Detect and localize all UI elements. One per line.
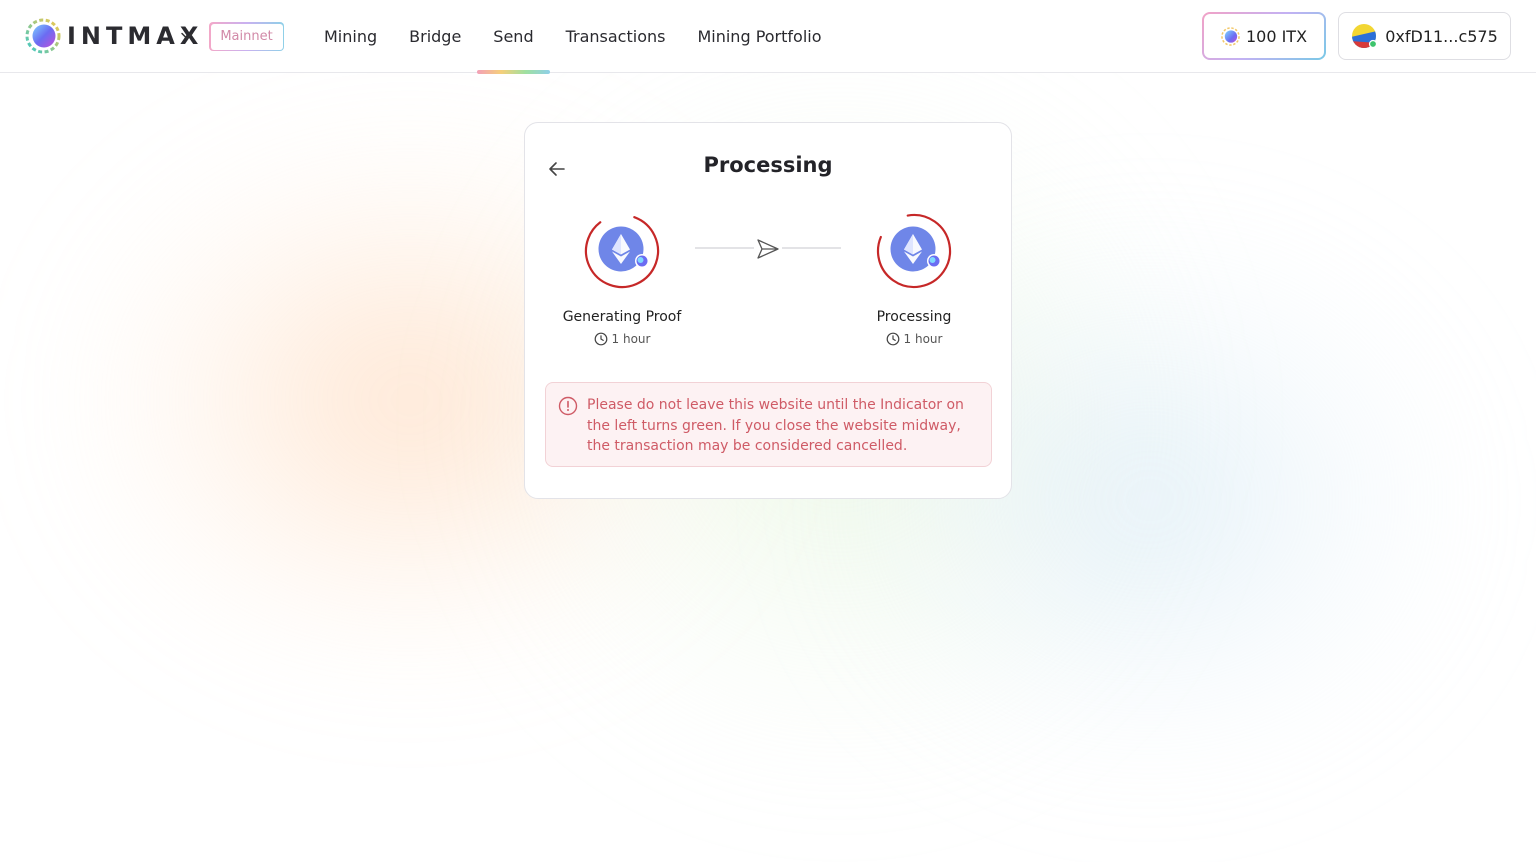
ethereum-icon xyxy=(584,213,660,289)
step-label: Generating Proof xyxy=(562,309,682,325)
clock-icon xyxy=(886,332,899,346)
intmax-logo[interactable]: INTMAX xyxy=(25,18,203,54)
chevron-down-icon[interactable] xyxy=(180,29,194,43)
network-badge-label: Mainnet xyxy=(210,23,283,50)
step-generating-proof: Generating Proof 1 hour xyxy=(532,211,712,346)
nav-item-mining[interactable]: Mining xyxy=(308,0,393,73)
network-badge[interactable]: Mainnet xyxy=(209,22,284,51)
warning-text: Please do not leave this website until t… xyxy=(587,397,964,454)
nav-item-bridge[interactable]: Bridge xyxy=(393,0,477,73)
itx-token-icon xyxy=(1221,26,1240,46)
clock-icon xyxy=(594,332,607,346)
itx-balance-label: 100 ITX xyxy=(1245,26,1308,46)
itx-balance-button[interactable]: 100 ITX xyxy=(1202,12,1326,60)
step-time-value: 1 hour xyxy=(903,332,943,346)
step-time-value: 1 hour xyxy=(611,332,651,346)
top-header: INTMAX Mainnet Mining Bridge Send Transa… xyxy=(0,0,1536,74)
step-time: 1 hour xyxy=(532,332,712,346)
send-icon xyxy=(754,235,782,263)
step-label: Processing xyxy=(876,309,952,325)
step-processing: Processing 1 hour xyxy=(824,211,1004,346)
page-title: Processing xyxy=(703,153,833,177)
nav-item-mining-portfolio[interactable]: Mining Portfolio xyxy=(681,0,837,73)
step-time: 1 hour xyxy=(824,332,1004,346)
nav-item-send[interactable]: Send xyxy=(477,0,550,74)
warning-banner: Please do not leave this website until t… xyxy=(545,382,992,467)
nav-item-transactions[interactable]: Transactions xyxy=(550,0,682,73)
alert-circle-icon xyxy=(558,396,578,416)
wallet-button[interactable]: 0xfD11...c575 xyxy=(1338,12,1511,60)
processing-card: Processing Generating Proof 1 hour Proce… xyxy=(524,122,1012,499)
ethereum-icon xyxy=(876,213,952,289)
intmax-logo-icon xyxy=(25,18,61,54)
wallet-address: 0xfD11...c575 xyxy=(1385,26,1498,46)
main-nav: Mining Bridge Send Transactions Mining P… xyxy=(308,0,838,74)
wallet-avatar-icon xyxy=(1352,24,1378,49)
